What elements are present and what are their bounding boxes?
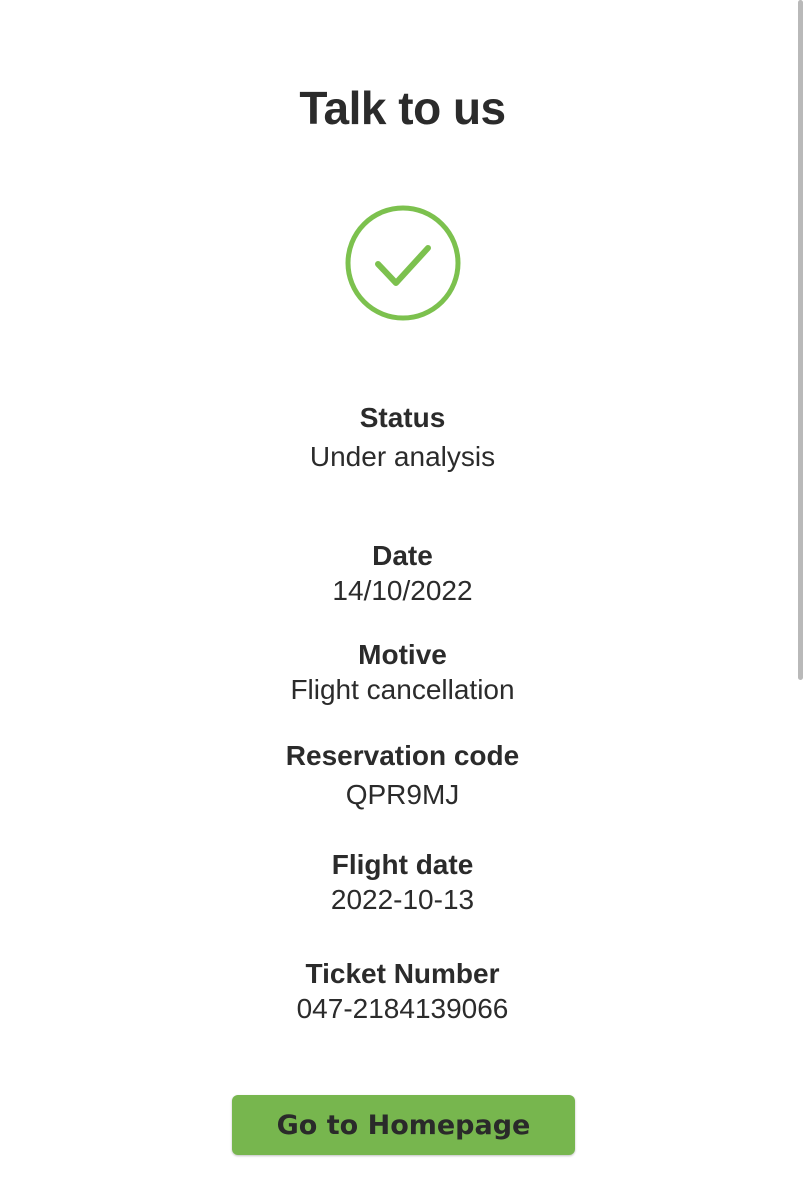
go-to-homepage-button[interactable]: Go to Homepage — [232, 1095, 575, 1155]
reservation-code-value: QPR9MJ — [345, 779, 460, 810]
status-value: Under analysis — [309, 441, 496, 472]
page-title: Talk to us — [299, 82, 506, 134]
date-field: Date 14/10/2022 — [0, 539, 805, 609]
date-label: Date — [372, 540, 433, 571]
check-circle-icon — [345, 205, 461, 321]
flight-date-label: Flight date — [331, 849, 474, 880]
reservation-code-field: Reservation code QPR9MJ — [0, 739, 805, 813]
motive-value: Flight cancellation — [290, 674, 515, 705]
ticket-number-label: Ticket Number — [305, 958, 500, 989]
flight-date-field: Flight date 2022-10-13 — [0, 848, 805, 918]
motive-label: Motive — [358, 639, 447, 670]
scrollbar[interactable] — [798, 0, 803, 680]
motive-field: Motive Flight cancellation — [0, 638, 805, 708]
flight-date-value: 2022-10-13 — [330, 884, 475, 915]
reservation-code-label: Reservation code — [285, 740, 520, 771]
ticket-number-field: Ticket Number 047-2184139066 — [0, 957, 805, 1027]
status-label: Status — [359, 402, 446, 433]
status-field: Status Under analysis — [0, 401, 805, 475]
ticket-number-value: 047-2184139066 — [296, 993, 509, 1024]
date-value: 14/10/2022 — [332, 575, 473, 606]
